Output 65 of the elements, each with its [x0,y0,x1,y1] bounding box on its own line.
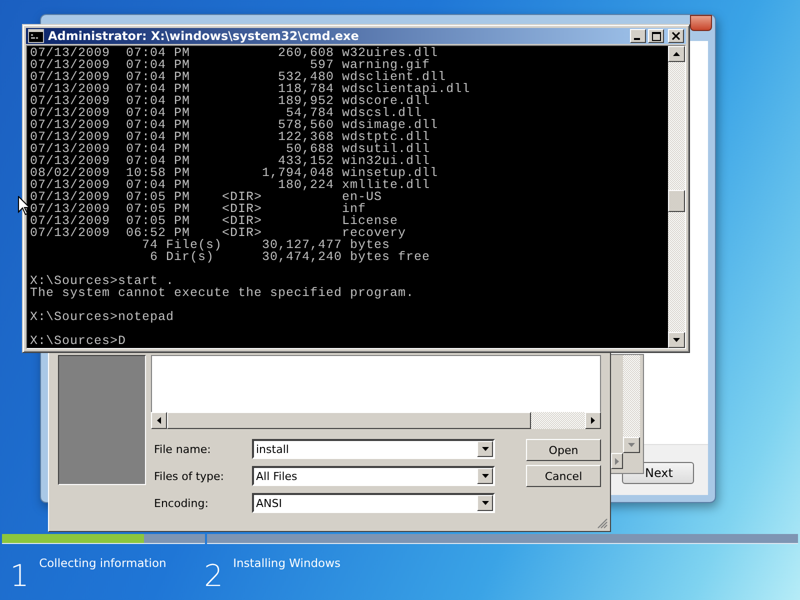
resize-grip-icon[interactable] [597,518,608,529]
scroll-thumb[interactable] [167,412,531,429]
horizontal-scrollbar[interactable] [151,412,601,429]
console-line: 07/13/2009 07:05 PM <DIR> License [30,215,400,227]
console-line: 6 Dir(s) 30,474,240 bytes free [149,251,432,263]
scroll-thumb[interactable] [668,190,685,212]
dropdown-button[interactable] [477,441,493,457]
vertical-scrollbar[interactable] [623,355,640,437]
console-line: 07/13/2009 07:04 PM 118,784 wdsclientapi.dll [30,83,472,95]
console-line: 07/13/2009 07:04 PM 122,368 wdstptc.dll [30,131,430,143]
file-list[interactable] [151,355,601,412]
console-line: 07/13/2009 07:04 PM 54,784 wdscsl.dll [30,107,422,119]
console-line: 07/13/2009 07:04 PM 260,608 w32uires.dll [30,47,440,59]
open-button[interactable]: Open [526,439,601,461]
combo-box[interactable]: ANSI [252,493,495,513]
field-label: File name: [153,442,212,456]
console-icon [28,29,44,43]
console-line: 07/13/2009 07:04 PM 180,224 xmllite.dll [30,179,430,191]
scroll-right-button[interactable] [585,412,601,429]
down-arrow-icon [482,447,488,451]
scroll-down-button[interactable] [668,332,685,348]
combo-box[interactable]: install [252,439,495,459]
cancel-button[interactable]: Cancel [526,465,601,487]
down-arrow-icon [673,338,680,342]
dropdown-button[interactable] [477,495,493,511]
maximize-icon [652,32,660,40]
console-line: 07/13/2009 07:04 PM 189,952 wdscore.dll [30,95,430,107]
dropdown-button[interactable] [477,468,493,484]
console-line: 08/02/2009 10:58 PM 1,794,048 winsetup.dll [30,167,440,179]
console-line: 07/13/2009 07:05 PM <DIR> en-US [30,191,384,203]
console-line: 74 File(s) 30,127,477 bytes [141,239,390,251]
console-line: 07/13/2009 07:04 PM 50,688 wdsutil.dll [30,143,432,155]
console-line: The system cannot execute the specified program. [30,287,416,299]
scroll-down-button[interactable] [623,437,640,453]
step-label: Collecting information [39,555,166,570]
close-icon [672,32,680,40]
left-arrow-icon [157,417,161,424]
down-arrow-icon [482,501,488,505]
field-label: Encoding: [153,496,210,510]
console-line: 07/13/2009 07:04 PM 597 warning.gif [30,59,430,71]
down-arrow-icon [628,443,635,447]
down-arrow-icon [482,474,488,478]
field-label: Files of type: [153,470,226,482]
scroll-up-button[interactable] [668,46,685,62]
console-line: 07/13/2009 07:04 PM 578,560 wdsimage.dll [30,119,440,131]
maximize-button[interactable] [648,29,664,43]
right-arrow-icon [591,417,595,424]
console-line: 07/13/2009 07:05 PM <DIR> inf [30,203,366,215]
up-arrow-icon [673,52,680,56]
console-line: 07/13/2009 07:04 PM 532,480 wdsclient.dll [30,71,446,83]
right-arrow-icon [615,458,619,464]
console-line: 07/13/2009 06:52 PM <DIR> recovery [30,227,408,239]
step-label: Installing Windows [233,555,340,570]
console-line: X:\Sources>start . [30,275,174,287]
scroll-right-button[interactable] [611,453,623,469]
scroll-left-button[interactable] [151,412,167,429]
console-line: 07/13/2009 07:04 PM 433,152 win32ui.dll [30,155,430,167]
window-title: Administrator: X:\windows\system32\cmd.exe [48,29,360,43]
combo-box[interactable]: All Files [252,466,495,486]
minimize-button[interactable] [630,29,646,43]
step-number: 2 [204,560,224,594]
console-line: X:\Sources>notepad [30,311,176,323]
vertical-scrollbar[interactable] [668,46,685,348]
console-line: X:\Sources>D [30,335,128,347]
step-number: 1 [10,560,30,594]
